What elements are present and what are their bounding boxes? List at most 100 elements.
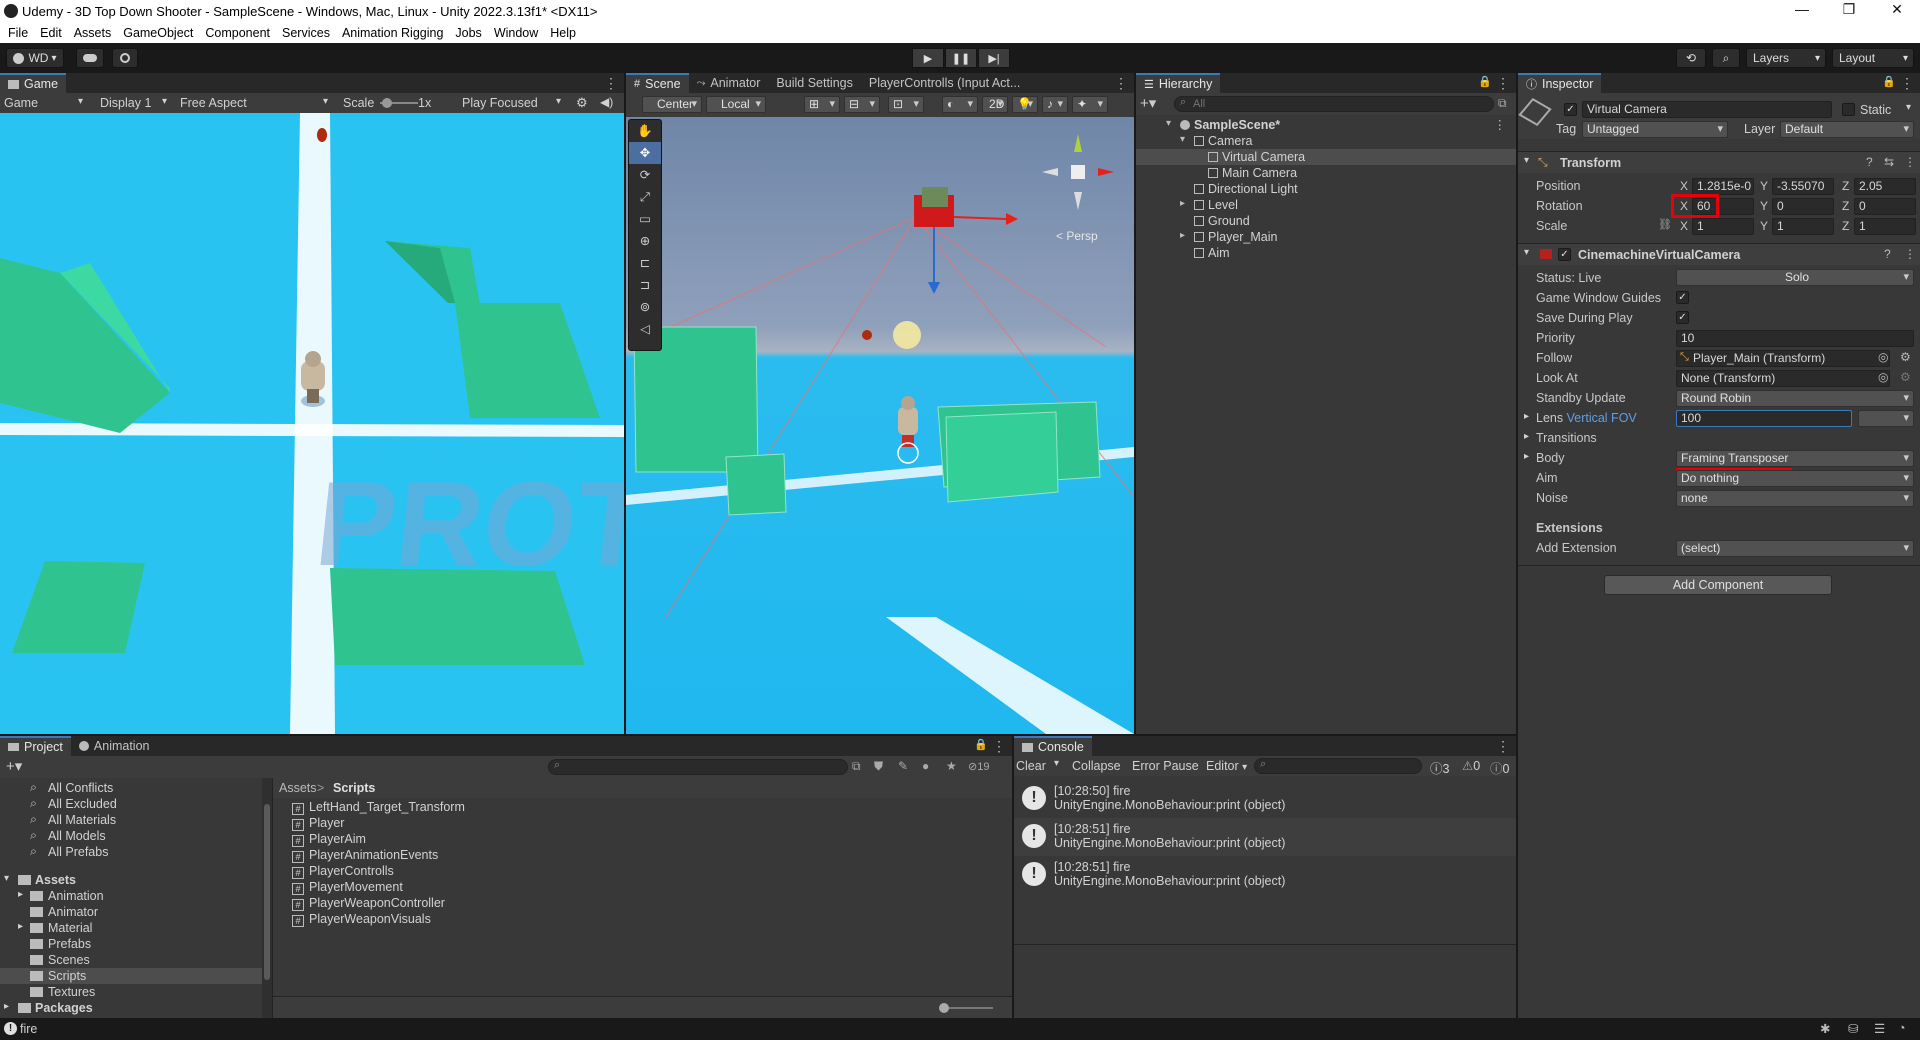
audio-toggle[interactable]: ♪ — [1042, 96, 1068, 113]
scale-x-field[interactable]: 1 — [1692, 218, 1754, 235]
transform-tool-icon[interactable]: ⊕ — [629, 230, 661, 252]
inspector-lock-icon[interactable]: 🔒 — [1882, 75, 1896, 88]
favorite-item[interactable]: ⌕ All Excluded — [0, 796, 262, 812]
rect-tool-icon[interactable]: ▭ — [629, 208, 661, 230]
standby-update-dropdown[interactable]: Round Robin — [1676, 390, 1914, 407]
component-menu-icon[interactable]: ⋮ — [1904, 247, 1916, 261]
hierarchy-item[interactable]: Virtual Camera — [1136, 149, 1516, 165]
custom-tool-2-icon[interactable]: ⊐ — [629, 274, 661, 296]
project-folder-item[interactable]: ▸ Animation — [0, 888, 262, 904]
create-asset-button[interactable]: +▾ — [6, 757, 22, 775]
game-viewport[interactable]: PROTO — [0, 113, 624, 734]
tag-icon[interactable]: ✎ — [898, 759, 908, 773]
scale-y-field[interactable]: 1 — [1772, 218, 1834, 235]
object-picker-icon[interactable]: ◎ — [1878, 370, 1888, 384]
console-menu-icon[interactable]: ⋮ — [1496, 738, 1510, 755]
tree-scrollbar[interactable] — [262, 778, 272, 1018]
object-name-field[interactable]: Virtual Camera — [1582, 101, 1832, 118]
console-log-entry[interactable]: ! [10:28:51] fire UnityEngine.MonoBehaviou… — [1014, 856, 1516, 894]
console-log-entry[interactable]: ! [10:28:51] fire UnityEngine.MonoBehaviou… — [1014, 818, 1516, 856]
menu-edit[interactable]: Edit — [34, 26, 68, 40]
menu-services[interactable]: Services — [276, 26, 336, 40]
menu-help[interactable]: Help — [544, 26, 582, 40]
constrain-proportions-icon[interactable]: ⛓ — [1658, 218, 1672, 231]
error-pause-button[interactable]: Error Pause — [1132, 759, 1199, 773]
game-mode-dropdown[interactable]: Game ▾ — [4, 96, 83, 110]
tab-inspector[interactable]: ⓘ Inspector — [1518, 73, 1602, 93]
lens-fov-field[interactable]: 100 — [1676, 410, 1852, 427]
menu-assets[interactable]: Assets — [68, 26, 118, 40]
asset-item[interactable]: # Player — [292, 816, 344, 832]
cinemachine-header[interactable]: ▾ ✓ CinemachineVirtualCamera ? ⋮ — [1518, 243, 1920, 265]
asset-item[interactable]: # PlayerMovement — [292, 880, 403, 896]
noise-dropdown[interactable]: none — [1676, 490, 1914, 507]
project-search-input[interactable] — [548, 759, 848, 775]
static-checkbox[interactable] — [1842, 103, 1855, 116]
search-by-type-icon[interactable]: ⧉ — [852, 759, 861, 774]
fold-chevron-icon[interactable]: ▸ — [18, 921, 23, 932]
custom-tool-4-icon[interactable]: ◁ — [629, 318, 661, 340]
fold-chevron-icon[interactable]: ▸ — [1180, 230, 1185, 241]
status-message[interactable]: fire — [20, 1022, 37, 1036]
asset-item[interactable]: # PlayerWeaponVisuals — [292, 912, 431, 928]
hierarchy-item[interactable]: ▸ Level — [1136, 197, 1516, 213]
hierarchy-search-input[interactable] — [1174, 96, 1494, 112]
tab-build-settings[interactable]: Build Settings — [768, 73, 860, 93]
fold-chevron-icon[interactable]: ▾ — [4, 873, 9, 884]
collapse-button[interactable]: Collapse — [1072, 759, 1121, 773]
solo-button[interactable]: Solo — [1676, 269, 1914, 286]
layer-dropdown[interactable]: Default — [1780, 121, 1914, 138]
settings-gear-icon[interactable]: ⚙ — [1900, 370, 1911, 384]
lens-preset-dropdown[interactable] — [1858, 410, 1914, 427]
tab-scene[interactable]: # Scene — [626, 73, 689, 93]
status-check-icon[interactable]: ◔ — [1898, 1021, 1906, 1035]
hierarchy-item[interactable]: Aim — [1136, 245, 1516, 261]
fold-chevron-icon[interactable]: ▸ — [18, 889, 23, 900]
tab-animation[interactable]: Animation — [71, 736, 158, 756]
position-x-field[interactable]: 1.2815e-0 — [1692, 178, 1754, 195]
project-menu-icon[interactable]: ⋮ — [992, 738, 1006, 755]
component-menu-icon[interactable]: ⋮ — [1904, 155, 1916, 169]
filter-by-label-icon[interactable]: ⛊ — [874, 759, 883, 774]
cinemachine-enabled-checkbox[interactable]: ✓ — [1558, 248, 1571, 261]
scale-tool-icon[interactable]: ⤢ — [629, 186, 661, 208]
transitions-row[interactable]: ▸ Transitions — [1518, 429, 1920, 447]
grid-snap-dropdown[interactable]: ⊞ — [804, 96, 840, 113]
aim-dropdown[interactable]: Do nothing — [1676, 470, 1914, 487]
project-folder-item[interactable]: ▸ Material — [0, 920, 262, 936]
search-button[interactable]: ⌕ — [1712, 48, 1740, 68]
hierarchy-menu-icon[interactable]: ⋮ — [1496, 75, 1510, 92]
aspect-dropdown[interactable]: Free Aspect ▾ — [180, 96, 328, 110]
audio-icon[interactable]: ◀) — [600, 95, 613, 109]
breadcrumb-assets[interactable]: Assets — [279, 781, 317, 795]
fold-chevron-icon[interactable]: ▸ — [1524, 411, 1529, 422]
account-dropdown[interactable]: WD ▾ — [6, 48, 64, 68]
hierarchy-item[interactable]: ▾ Camera — [1136, 133, 1516, 149]
pivot-dropdown[interactable]: Center — [642, 96, 702, 113]
icon-size-slider-handle[interactable] — [939, 1003, 949, 1013]
object-picker-icon[interactable]: ◎ — [1878, 350, 1888, 364]
packages-root-folder[interactable]: ▸ Packages — [0, 1000, 262, 1016]
scale-slider-handle[interactable] — [382, 98, 392, 108]
hierarchy-item[interactable]: Directional Light — [1136, 181, 1516, 197]
cache-icon[interactable]: ⛁ — [1848, 1021, 1858, 1036]
lock-icon[interactable]: 🔒 — [1478, 75, 1492, 88]
editor-dropdown[interactable]: Editor ▾ — [1206, 759, 1247, 773]
hierarchy-item[interactable]: Main Camera — [1136, 165, 1516, 181]
fold-chevron-icon[interactable]: ▾ — [1180, 134, 1185, 145]
pause-button[interactable]: ❚❚ — [945, 48, 977, 68]
rotate-tool-icon[interactable]: ⟳ — [629, 164, 661, 186]
custom-tool-1-icon[interactable]: ⊏ — [629, 252, 661, 274]
help-icon[interactable]: ? — [1866, 155, 1873, 169]
add-extension-dropdown[interactable]: (select) — [1676, 540, 1914, 557]
asset-item[interactable]: # PlayerAnimationEvents — [292, 848, 438, 864]
game-menu-icon[interactable]: ⋮ — [604, 75, 618, 92]
layers-dropdown[interactable]: Layers ▾ — [1746, 48, 1826, 68]
warning-toggle[interactable]: ⚠0 — [1462, 758, 1480, 773]
console-search-input[interactable] — [1254, 758, 1422, 774]
close-button[interactable]: ✕ — [1882, 1, 1912, 18]
hand-tool-icon[interactable]: ✋ — [629, 120, 661, 142]
play-focused-dropdown[interactable]: Play Focused ▾ — [462, 96, 561, 110]
preset-icon[interactable]: ⇆ — [1884, 155, 1894, 169]
position-y-field[interactable]: -3.55070 — [1772, 178, 1834, 195]
